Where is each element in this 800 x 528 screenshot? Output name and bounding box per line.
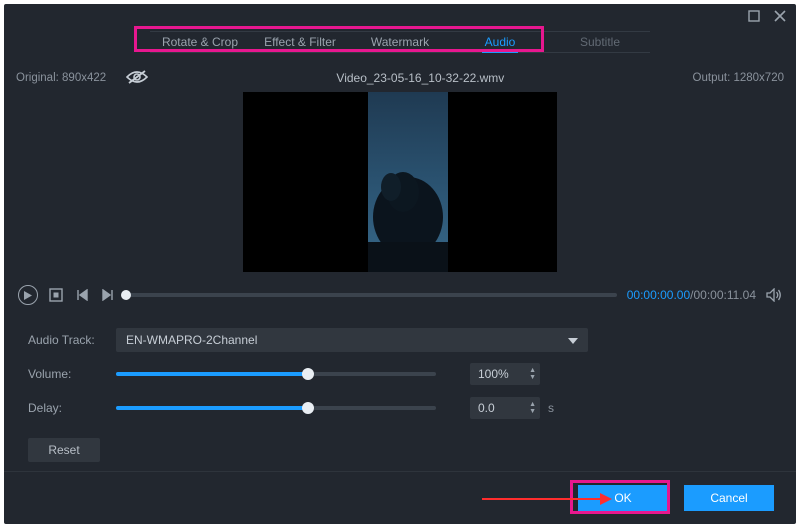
stop-button[interactable] bbox=[48, 287, 64, 303]
audio-panel: Audio Track: EN-WMAPRO-2Channel Volume: … bbox=[4, 310, 796, 462]
volume-value-box[interactable]: 100% ▲▼ bbox=[470, 363, 540, 385]
chevron-down-icon bbox=[568, 333, 578, 347]
tab-effect-filter[interactable]: Effect & Filter bbox=[250, 35, 350, 49]
timeline-knob[interactable] bbox=[121, 290, 131, 300]
footer: OK Cancel bbox=[4, 472, 796, 524]
delay-unit: s bbox=[548, 401, 554, 415]
titlebar bbox=[4, 4, 796, 30]
ok-button[interactable]: OK bbox=[578, 485, 668, 511]
prev-frame-button[interactable] bbox=[74, 287, 90, 303]
time-display: 00:00:00.00/00:00:11.04 bbox=[627, 288, 756, 302]
video-preview[interactable] bbox=[243, 92, 557, 272]
delay-slider[interactable] bbox=[116, 406, 436, 410]
preview-area bbox=[4, 88, 796, 276]
cancel-button[interactable]: Cancel bbox=[684, 485, 774, 511]
transport-bar: 00:00:00.00/00:00:11.04 bbox=[4, 280, 796, 310]
editor-window: Rotate & Crop Effect & Filter Watermark … bbox=[4, 4, 796, 524]
volume-label: Volume: bbox=[28, 367, 116, 381]
delay-label: Delay: bbox=[28, 401, 116, 415]
tab-watermark[interactable]: Watermark bbox=[350, 35, 450, 49]
eye-off-icon[interactable] bbox=[126, 70, 148, 87]
reset-button[interactable]: Reset bbox=[28, 438, 100, 462]
output-size: Output: 1280x720 bbox=[693, 72, 784, 84]
close-icon[interactable] bbox=[774, 10, 786, 25]
maximize-icon[interactable] bbox=[748, 10, 760, 25]
tab-subtitle[interactable]: Subtitle bbox=[550, 35, 650, 49]
info-bar: Original: 890x422 Video_23-05-16_10-32-2… bbox=[4, 68, 796, 88]
volume-stepper[interactable]: ▲▼ bbox=[529, 368, 536, 381]
delay-value-box[interactable]: 0.0 ▲▼ bbox=[470, 397, 540, 419]
volume-slider-knob[interactable] bbox=[302, 368, 314, 380]
tab-audio[interactable]: Audio bbox=[450, 35, 550, 49]
delay-value: 0.0 bbox=[478, 401, 495, 415]
tab-rotate-crop[interactable]: Rotate & Crop bbox=[150, 35, 250, 49]
tab-bar: Rotate & Crop Effect & Filter Watermark … bbox=[4, 30, 796, 54]
audio-track-select[interactable]: EN-WMAPRO-2Channel bbox=[116, 328, 588, 352]
volume-icon[interactable] bbox=[766, 287, 782, 303]
video-filename: Video_23-05-16_10-32-22.wmv bbox=[336, 71, 504, 85]
audio-track-value: EN-WMAPRO-2Channel bbox=[126, 333, 257, 347]
audio-track-label: Audio Track: bbox=[28, 333, 116, 347]
delay-stepper[interactable]: ▲▼ bbox=[529, 402, 536, 415]
volume-value: 100% bbox=[478, 367, 509, 381]
next-frame-button[interactable] bbox=[100, 287, 116, 303]
volume-slider[interactable] bbox=[116, 372, 436, 376]
play-button[interactable] bbox=[18, 285, 38, 305]
delay-slider-knob[interactable] bbox=[302, 402, 314, 414]
timeline[interactable] bbox=[126, 293, 617, 297]
original-size: Original: 890x422 bbox=[16, 72, 106, 84]
